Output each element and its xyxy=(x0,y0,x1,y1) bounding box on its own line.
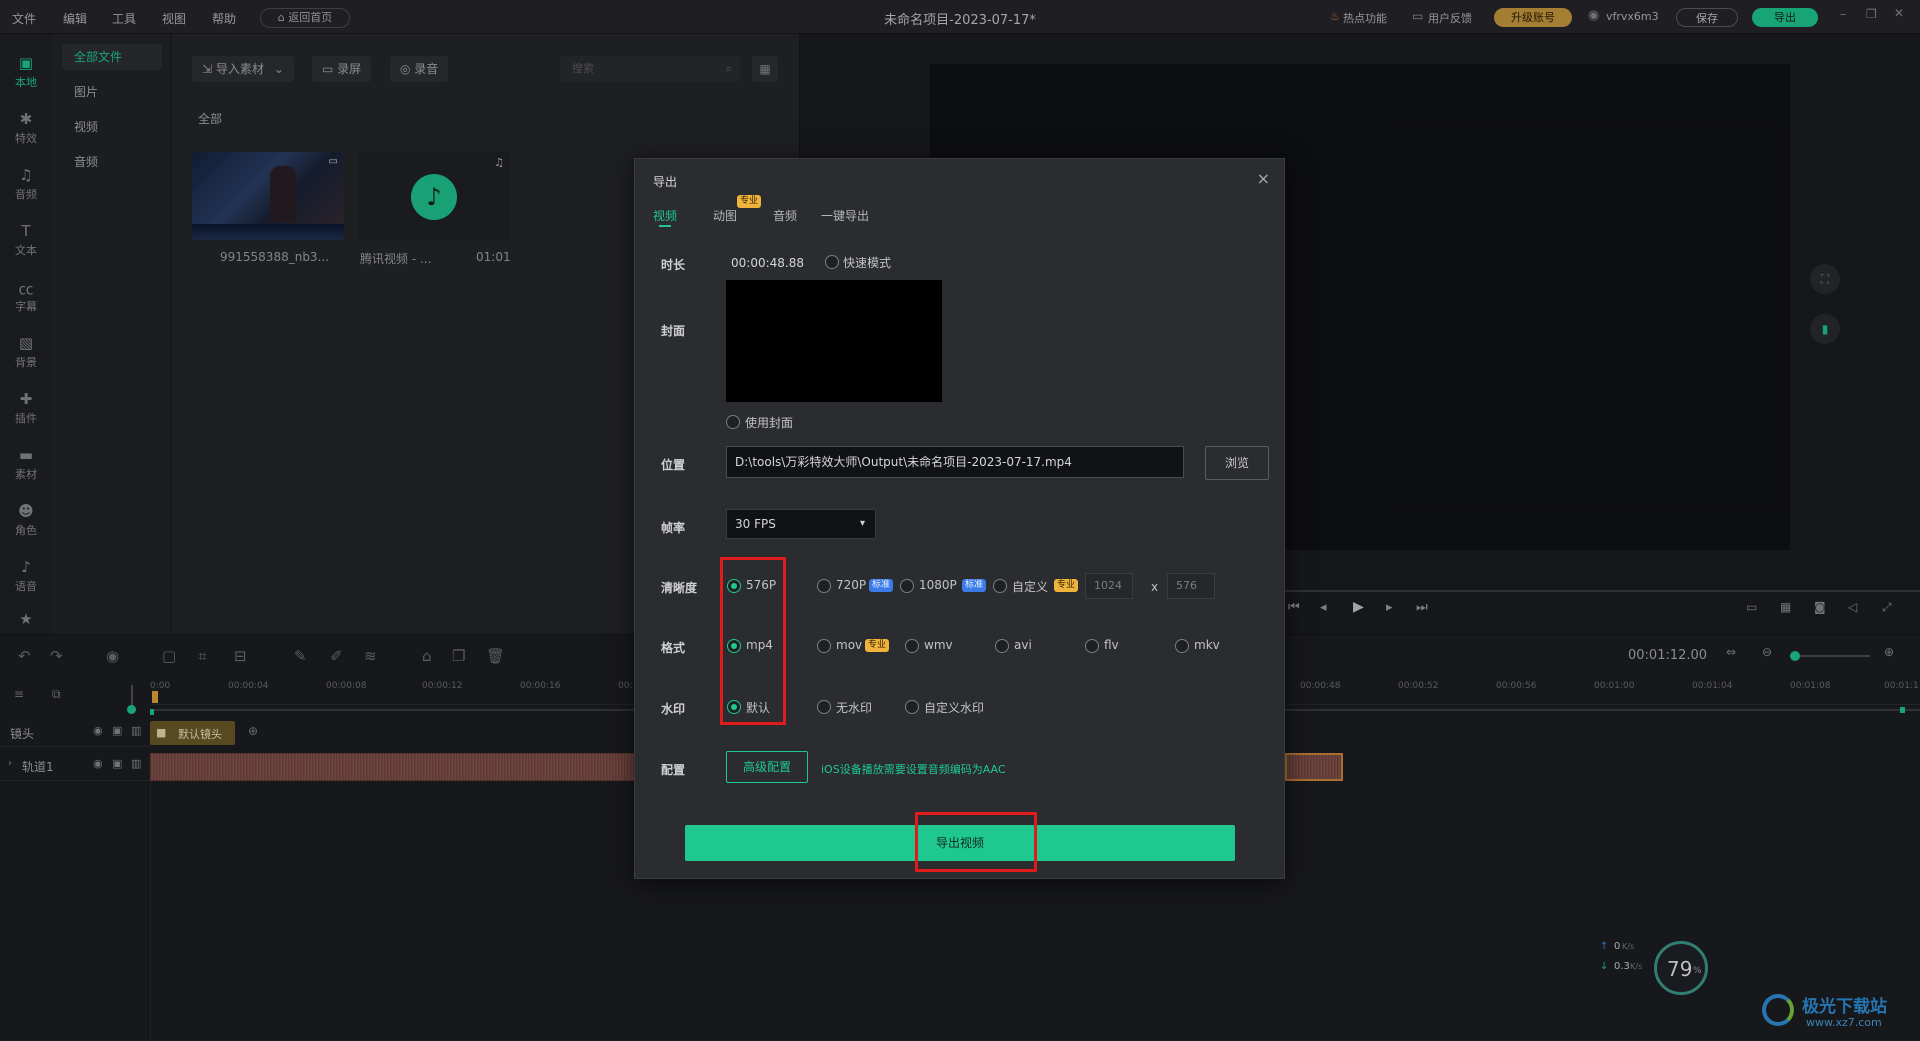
output-path-input[interactable]: D:\tools\万彩特效大师\Output\未命名项目-2023-07-17.… xyxy=(726,446,1184,478)
format-wmv-radio[interactable] xyxy=(905,639,919,653)
dialog-title: 导出 xyxy=(653,175,678,189)
custom-height-input[interactable]: 576 xyxy=(1167,573,1215,599)
res-custom-radio[interactable] xyxy=(993,579,1007,593)
advanced-config-button[interactable]: 高级配置 xyxy=(726,751,808,783)
export-dialog: 导出 × 视频 动图 专业 音频 一键导出 时长 00:00:48.88 快速模… xyxy=(634,158,1285,879)
format-mov-radio[interactable] xyxy=(817,639,831,653)
tab-underline xyxy=(659,225,671,227)
res-720p-radio[interactable] xyxy=(817,579,831,593)
pro-badge: 专业 xyxy=(737,195,762,208)
res-custom-label: 自定义 xyxy=(1012,580,1049,594)
tab-video[interactable]: 视频 xyxy=(653,207,677,224)
tab-audio[interactable]: 音频 xyxy=(773,207,797,224)
fast-mode-radio[interactable] xyxy=(825,255,839,269)
format-label: 格式 xyxy=(661,641,686,655)
format-mkv-radio[interactable] xyxy=(1175,639,1189,653)
cover-preview[interactable] xyxy=(726,280,942,402)
standard-badge: 标准 xyxy=(869,579,894,592)
use-cover-label: 使用封面 xyxy=(745,416,794,430)
annotation-highlight-export xyxy=(915,812,1037,872)
custom-width-input[interactable]: 1024 xyxy=(1085,573,1133,599)
res-1080p-label: 1080P xyxy=(919,578,957,592)
res-times-label: x xyxy=(1151,580,1159,594)
watermark-custom-radio[interactable] xyxy=(905,700,919,714)
pro-badge: 专业 xyxy=(1054,579,1079,592)
ios-tip: iOS设备播放需要设置音频编码为AAC xyxy=(821,763,1006,776)
res-720p-label: 720P xyxy=(836,578,867,592)
fps-label: 帧率 xyxy=(661,521,686,535)
fps-select[interactable]: 30 FPS ▾ xyxy=(726,509,876,539)
location-label: 位置 xyxy=(661,458,686,472)
format-wmv-label: wmv xyxy=(924,638,953,652)
config-label: 配置 xyxy=(661,763,686,777)
duration-value: 00:00:48.88 xyxy=(731,256,804,270)
browse-button[interactable]: 浏览 xyxy=(1205,446,1269,480)
format-avi-label: avi xyxy=(1014,638,1032,652)
close-icon[interactable]: × xyxy=(1257,169,1270,188)
watermark-label: 水印 xyxy=(661,702,686,716)
standard-badge: 标准 xyxy=(962,579,987,592)
watermark-custom-label: 自定义水印 xyxy=(924,701,985,715)
pro-badge: 专业 xyxy=(865,639,890,652)
res-1080p-radio[interactable] xyxy=(900,579,914,593)
tab-gif[interactable]: 动图 xyxy=(713,207,737,224)
format-mov-label: mov xyxy=(836,638,863,652)
format-mkv-label: mkv xyxy=(1194,638,1220,652)
dropdown-arrow-icon: ▾ xyxy=(859,518,865,529)
duration-label: 时长 xyxy=(661,258,686,272)
fast-mode-label: 快速模式 xyxy=(843,256,892,270)
watermark-none-radio[interactable] xyxy=(817,700,831,714)
cover-label: 封面 xyxy=(661,324,686,338)
tab-one-click[interactable]: 一键导出 xyxy=(821,207,869,224)
resolution-label: 清晰度 xyxy=(661,581,698,595)
annotation-highlight-options xyxy=(720,557,786,725)
format-flv-radio[interactable] xyxy=(1085,639,1099,653)
watermark-none-label: 无水印 xyxy=(836,701,873,715)
format-avi-radio[interactable] xyxy=(995,639,1009,653)
format-flv-label: flv xyxy=(1104,638,1119,652)
use-cover-radio[interactable] xyxy=(726,415,740,429)
